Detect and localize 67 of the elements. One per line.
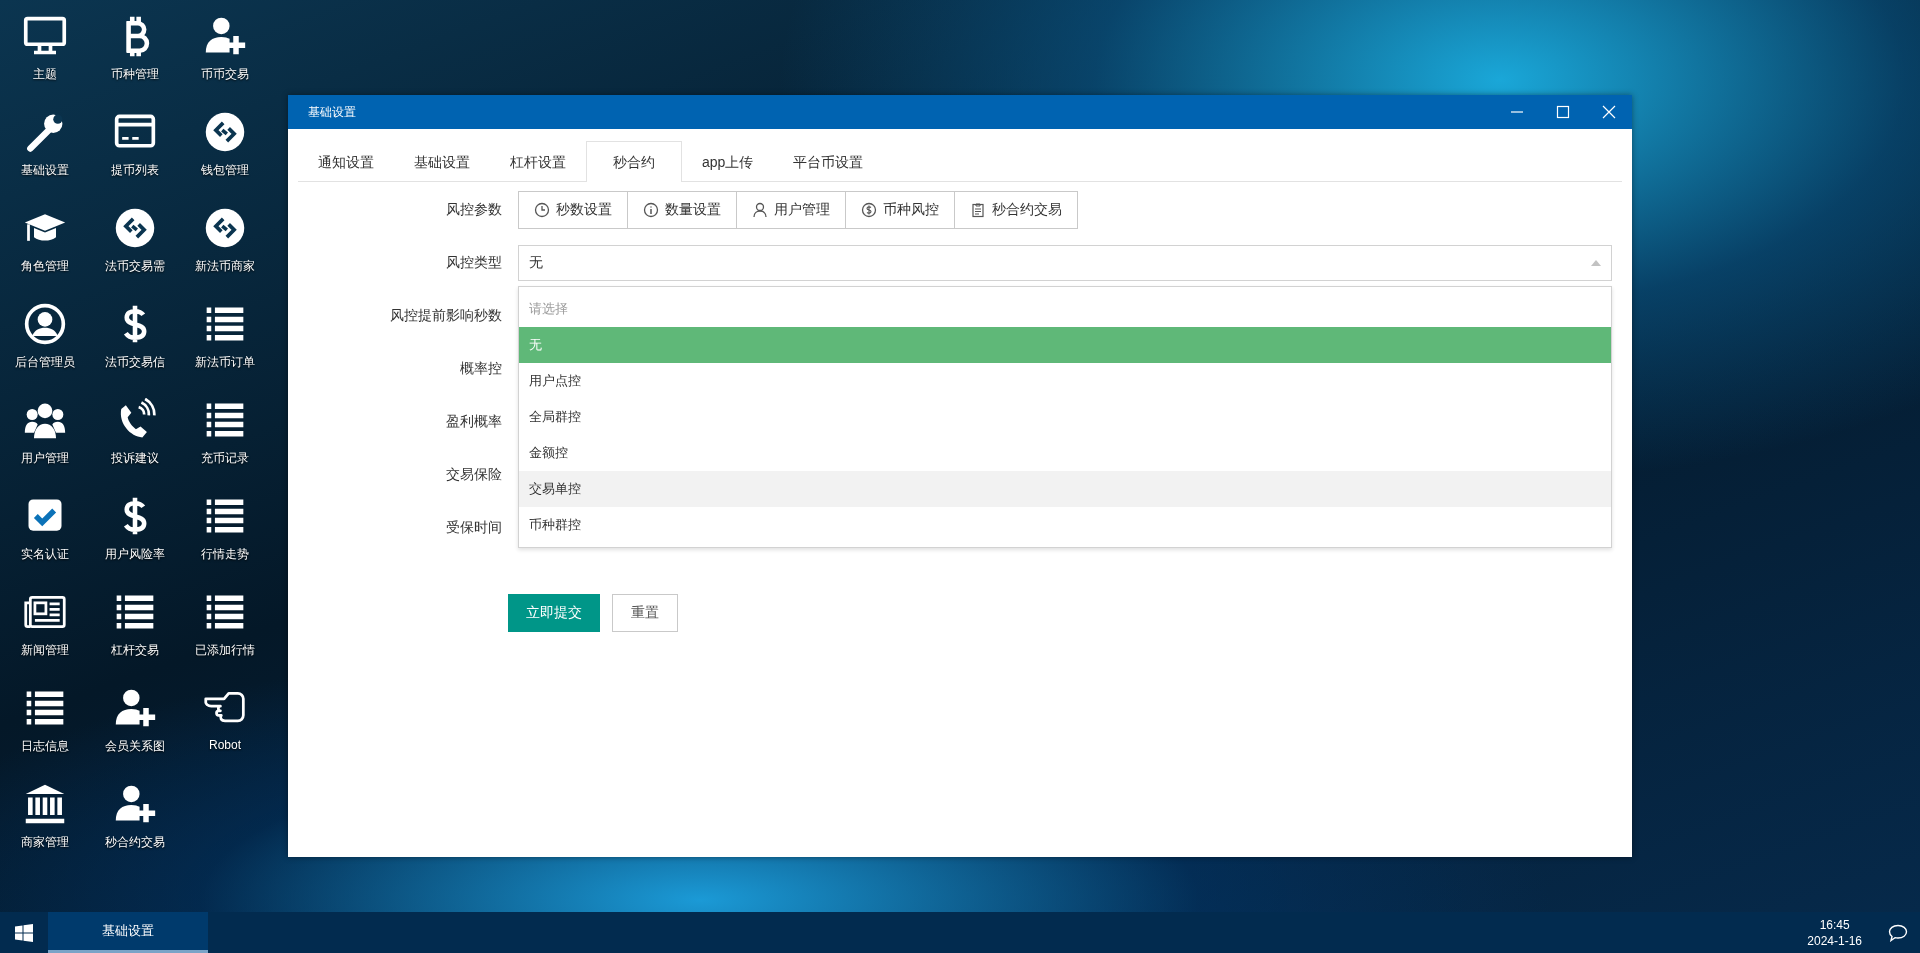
clipboard-icon — [970, 202, 986, 218]
clock-icon — [534, 202, 550, 218]
desktop-shortcut[interactable]: 主题 — [0, 14, 90, 110]
tab[interactable]: 平台币设置 — [773, 141, 884, 182]
tab[interactable]: 秒合约 — [586, 141, 682, 182]
select-field[interactable]: 无 — [518, 245, 1612, 281]
chat-bubble-icon — [1888, 923, 1908, 942]
desktop-shortcut[interactable]: 后台管理员 — [0, 302, 90, 398]
reset-button[interactable]: 重置 — [612, 594, 678, 632]
param-button[interactable]: 秒合约交易 — [954, 191, 1078, 229]
dropdown-option[interactable]: 金额控 — [519, 435, 1611, 471]
window-title: 基础设置 — [308, 103, 357, 121]
close-icon — [1602, 105, 1616, 119]
windows-logo-icon — [15, 923, 33, 942]
desktop-shortcut[interactable]: 新法币商家 — [180, 206, 270, 302]
dropdown-option[interactable]: 币种群控 — [519, 507, 1611, 543]
field-label: 概率控 — [459, 360, 503, 378]
user-circle-icon — [22, 302, 68, 346]
tab[interactable]: 杠杆设置 — [490, 141, 586, 182]
tab[interactable]: 基础设置 — [394, 141, 490, 182]
desktop-shortcut[interactable]: 实名认证 — [0, 494, 90, 590]
tab[interactable]: app上传 — [682, 141, 774, 182]
param-button[interactable]: 秒数设置 — [518, 191, 628, 229]
desktop-shortcut[interactable]: 法币交易需 — [90, 206, 180, 302]
desktop-shortcut[interactable]: 基础设置 — [0, 110, 90, 206]
clock-date: 2024-1-16 — [1807, 932, 1862, 949]
desktop-shortcut[interactable]: Robot — [180, 686, 270, 782]
desktop-shortcut[interactable]: 商家管理 — [0, 782, 90, 878]
dropdown-option[interactable]: 全局群控 — [519, 399, 1611, 435]
desktop-shortcut[interactable]: 秒合约交易 — [90, 782, 180, 878]
desktop-shortcut[interactable]: 钱包管理 — [180, 110, 270, 206]
desktop-shortcut[interactable]: 新闻管理 — [0, 590, 90, 686]
clock-time: 16:45 — [1819, 916, 1850, 933]
field-label: 盈利概率 — [445, 413, 503, 431]
desktop-shortcut[interactable]: 杠杆交易 — [90, 590, 180, 686]
desktop-shortcut[interactable]: 法币交易信 — [90, 302, 180, 398]
desktop-shortcut[interactable]: 币种管理 — [90, 14, 180, 110]
maximize-icon — [1556, 105, 1570, 119]
desktop-shortcut[interactable]: 日志信息 — [0, 686, 90, 782]
field-label: 交易保险 — [445, 466, 503, 484]
param-button[interactable]: 用户管理 — [736, 191, 846, 229]
desktop-shortcut[interactable]: 会员关系图 — [90, 686, 180, 782]
desktop-shortcut[interactable]: 币币交易 — [180, 14, 270, 110]
dropdown-option[interactable]: 交易单控 — [519, 471, 1611, 507]
dropdown-hint: 请选择 — [528, 300, 569, 318]
field-label: 风控参数 — [445, 201, 503, 219]
desktop-shortcut[interactable]: 用户管理 — [0, 398, 90, 494]
field-label: 风控类型 — [445, 254, 503, 272]
desktop-shortcut[interactable]: 充币记录 — [180, 398, 270, 494]
user-icon — [752, 202, 768, 218]
tab[interactable]: 通知设置 — [298, 141, 394, 182]
dollar-circle-icon — [861, 202, 877, 218]
param-button[interactable]: 数量设置 — [627, 191, 737, 229]
desktop-shortcut[interactable]: 用户风险率 — [90, 494, 180, 590]
field-label: 风控提前影响秒数 — [389, 307, 503, 325]
desktop-shortcut[interactable]: 角色管理 — [0, 206, 90, 302]
submit-button[interactable]: 立即提交 — [508, 594, 600, 632]
field-label: 受保时间 — [445, 519, 503, 537]
desktop-shortcut[interactable]: 已添加行情 — [180, 590, 270, 686]
desktop-shortcut[interactable]: 投诉建议 — [90, 398, 180, 494]
info-icon — [643, 202, 659, 218]
desktop-shortcut[interactable]: 提币列表 — [90, 110, 180, 206]
dropdown-option[interactable]: 用户点控 — [519, 363, 1611, 399]
taskbar-button[interactable]: 基础设置 — [48, 912, 208, 953]
param-button[interactable]: 币种风控 — [845, 191, 955, 229]
desktop-shortcut[interactable]: 行情走势 — [180, 494, 270, 590]
desktop-shortcut[interactable]: 新法币订单 — [180, 302, 270, 398]
